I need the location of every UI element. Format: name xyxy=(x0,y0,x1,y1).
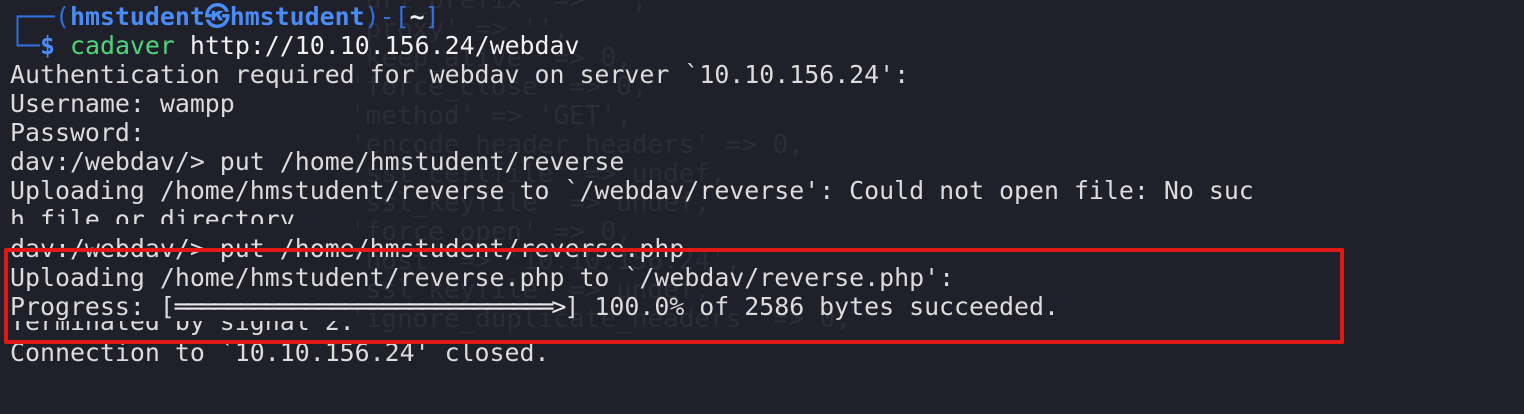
prompt-frame-mid: )-[ xyxy=(364,2,410,31)
progress-result: ] 100.0% of 2586 bytes succeeded. xyxy=(564,292,1059,321)
prompt-user-host: hmstudent㉿hmstudent xyxy=(69,2,365,31)
output-username: Username: wampp xyxy=(10,89,235,118)
output-upload-error-wrap: h file or directory xyxy=(10,205,295,224)
terminal-window[interactable]: 'uri_prefix' => '', 'proxy' => '', 'keep… xyxy=(0,0,1524,414)
progress-bar: ═════════════════════════════> xyxy=(174,292,567,321)
output-upload-error: Uploading /home/hmstudent/reverse to `/w… xyxy=(10,176,1254,205)
output-auth-required: Authentication required for webdav on se… xyxy=(10,60,910,89)
output-put-reverse-php: dav:/webdav/> put /home/hmstudent/revers… xyxy=(10,234,685,263)
command-name: cadaver xyxy=(69,31,175,60)
progress-label: Progress: [ xyxy=(10,292,175,321)
output-connection-closed: Connection to `10.10.156.24' closed. xyxy=(10,338,550,367)
prompt-dollar: $ xyxy=(39,31,55,60)
prompt-second-frame: └─ xyxy=(10,31,40,60)
output-put-reverse: dav:/webdav/> put /home/hmstudent/revers… xyxy=(10,147,625,176)
prompt-line: ┌──(hmstudent㉿hmstudent)-[~] xyxy=(10,0,1520,31)
command-line: └─$ cadaver http://10.10.156.24/webdav xyxy=(10,31,1520,60)
output-password: Password: xyxy=(10,118,145,147)
command-argument: http://10.10.156.24/webdav xyxy=(174,31,580,60)
output-upload-reverse-php: Uploading /home/hmstudent/reverse.php to… xyxy=(10,263,955,292)
prompt-frame-open: ┌──( xyxy=(10,2,70,31)
prompt-cwd: ~ xyxy=(409,2,425,31)
prompt-frame-close: ] xyxy=(424,2,440,31)
output-terminated: Terminated by signal 2. xyxy=(10,321,355,336)
terminal-output: ┌──(hmstudent㉿hmstudent)-[~] └─$ cadaver… xyxy=(10,0,1520,367)
output-progress-line: Progress: [═════════════════════════════… xyxy=(10,292,1520,321)
